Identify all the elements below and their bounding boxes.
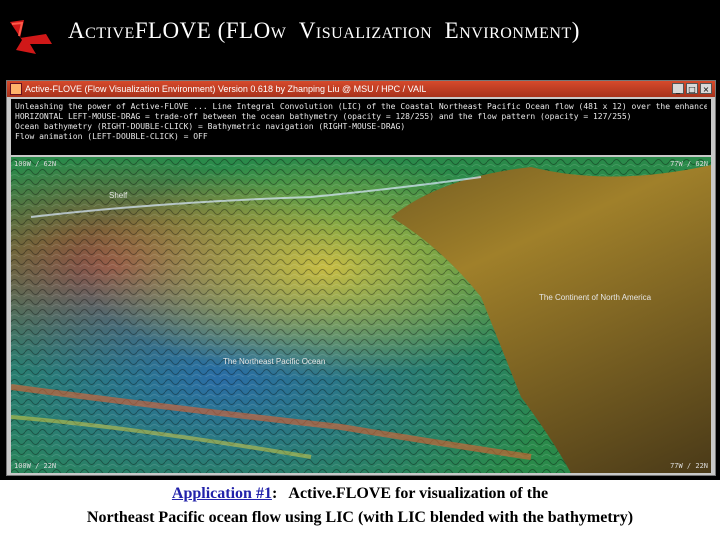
caption-line-2: Northeast Pacific ocean flow using LIC (…: [86, 509, 634, 526]
coord-bottom-left: 100W / 22N: [14, 462, 57, 470]
window-controls: _ □ ×: [672, 83, 712, 94]
info-line: Unleashing the power of Active-FLOVE ...…: [15, 102, 707, 111]
coord-top-left: 100W / 62N: [14, 160, 57, 168]
coord-top-right: 77W / 62N: [670, 160, 708, 168]
info-panel: Unleashing the power of Active-FLOVE ...…: [11, 99, 711, 155]
app-window: Active-FLOVE (Flow Visualization Environ…: [6, 80, 716, 476]
window-titlebar[interactable]: Active-FLOVE (Flow Visualization Environ…: [7, 81, 715, 97]
caption-colon: :: [271, 485, 278, 502]
info-line: HORIZONTAL LEFT-MOUSE-DRAG = trade-off b…: [15, 112, 632, 121]
logo-icon: [10, 20, 52, 54]
title-close-paren: ): [571, 18, 580, 43]
title-w: w: [270, 18, 287, 43]
info-line: Flow animation (LEFT-DOUBLE-CLICK) = OFF: [15, 132, 208, 141]
label-ocean: The Northeast Pacific Ocean: [223, 357, 326, 366]
label-continent: The Continent of North America: [539, 293, 652, 302]
title-environment: Environment: [444, 18, 572, 43]
window-title: Active-FLOVE (Flow Visualization Environ…: [25, 84, 427, 94]
caption-line1-text: Active.FLOVE for visualization of the: [288, 485, 549, 502]
slide-header: ActiveFLOVE (FLOw Visualization Environm…: [0, 0, 720, 76]
title-flove: FLOVE (FLO: [134, 18, 271, 43]
slide-title: ActiveFLOVE (FLOw Visualization Environm…: [68, 18, 580, 44]
coord-bottom-right: 77W / 22N: [670, 462, 708, 470]
title-active: Active: [68, 18, 135, 43]
info-line: Ocean bathymetry (RIGHT-DOUBLE-CLICK) = …: [15, 122, 406, 131]
application-link[interactable]: Application #1: [172, 485, 272, 502]
caption-line-1: Application #1: Active.FLOVE for visuali…: [0, 482, 720, 506]
lic-map-image: [11, 157, 711, 473]
flow-visualization-canvas[interactable]: 100W / 62N 77W / 62N 100W / 22N 77W / 22…: [11, 157, 711, 473]
minimize-button[interactable]: _: [672, 83, 684, 94]
maximize-button[interactable]: □: [686, 83, 698, 94]
title-visualization: Visualization: [298, 18, 433, 43]
slide-caption: Application #1: Active.FLOVE for visuali…: [0, 480, 720, 540]
app-icon: [10, 83, 22, 95]
label-shelf: Shelf: [109, 191, 128, 200]
close-button[interactable]: ×: [700, 83, 712, 94]
